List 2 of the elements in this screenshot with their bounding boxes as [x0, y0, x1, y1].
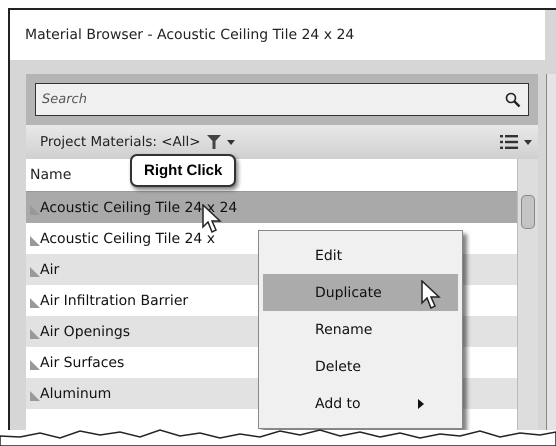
window-title: Material Browser - Acoustic Ceiling Tile 24 x 24 — [25, 27, 354, 43]
callout-label: Right Click — [130, 154, 236, 187]
